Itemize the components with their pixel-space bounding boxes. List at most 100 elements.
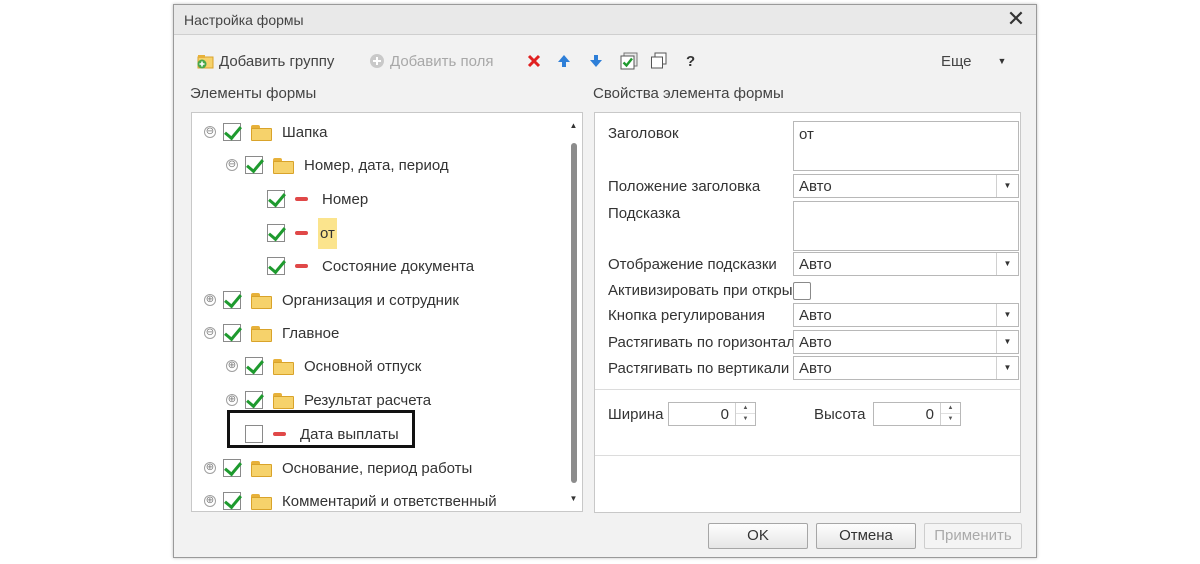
field-icon xyxy=(295,264,308,268)
stretch-horizontal-select[interactable]: Авто ▼ xyxy=(793,330,1019,354)
width-label: Ширина xyxy=(608,406,664,423)
folder-icon xyxy=(273,158,294,174)
visibility-checkbox[interactable] xyxy=(223,123,241,141)
move-up-button[interactable] xyxy=(556,49,572,73)
stretch-vertical-select[interactable]: Авто ▼ xyxy=(793,356,1019,380)
visibility-checkbox[interactable] xyxy=(245,391,263,409)
width-stepper[interactable]: 0 ▲ ▼ xyxy=(668,402,756,426)
more-button[interactable]: Еще ▼ xyxy=(941,49,1006,73)
spin-down-icon[interactable]: ▼ xyxy=(736,414,755,425)
delete-button[interactable] xyxy=(526,49,542,73)
tree-item-label: Комментарий и ответственный xyxy=(282,492,497,510)
chevron-down-icon[interactable]: ▼ xyxy=(996,175,1018,197)
hint-display-value: Авто xyxy=(799,256,832,273)
visibility-checkbox[interactable] xyxy=(245,357,263,375)
add-group-icon xyxy=(197,55,214,69)
form-elements-tree[interactable]: ⊖ Шапка ⊖ Номер, дата, период Номер от С… xyxy=(191,112,583,512)
chevron-down-icon[interactable]: ▼ xyxy=(996,304,1018,326)
close-icon[interactable]: ✕ xyxy=(1004,7,1028,31)
form-settings-window: Настройка формы ✕ Добавить группу Добави… xyxy=(173,4,1037,558)
collapse-icon[interactable]: ⊖ xyxy=(204,126,216,138)
title-field[interactable]: от xyxy=(793,121,1019,171)
visibility-checkbox[interactable] xyxy=(267,190,285,208)
tree-row[interactable]: Номер xyxy=(267,184,368,214)
folder-icon xyxy=(251,461,272,477)
scroll-down-icon[interactable]: ▼ xyxy=(565,490,582,507)
spin-up-icon[interactable]: ▲ xyxy=(941,403,960,414)
width-value: 0 xyxy=(720,406,729,423)
tree-row[interactable]: ⊖ Номер, дата, период xyxy=(226,150,449,180)
hint-display-label: Отображение подсказки xyxy=(608,256,777,273)
activate-checkbox[interactable] xyxy=(793,282,811,300)
visibility-checkbox[interactable] xyxy=(223,492,241,510)
help-icon: ? xyxy=(686,52,696,70)
add-fields-icon xyxy=(370,54,384,68)
tree-row[interactable]: ⊕ Основание, период работы xyxy=(204,453,472,483)
expand-icon[interactable]: ⊕ xyxy=(204,495,216,507)
field-icon xyxy=(295,197,308,201)
collapse-icon[interactable]: ⊖ xyxy=(226,159,238,171)
visibility-checkbox[interactable] xyxy=(245,156,263,174)
chevron-down-icon: ▼ xyxy=(997,56,1007,66)
adjust-button-select[interactable]: Авто ▼ xyxy=(793,303,1019,327)
scroll-up-icon[interactable]: ▲ xyxy=(565,117,582,134)
hint-field[interactable] xyxy=(793,201,1019,251)
expand-icon[interactable]: ⊕ xyxy=(226,394,238,406)
tree-row-selected[interactable]: от xyxy=(267,217,337,249)
collapse-icon[interactable]: ⊖ xyxy=(204,327,216,339)
tree-row[interactable]: ⊖ Главное xyxy=(204,318,339,348)
ok-button[interactable]: OK xyxy=(708,523,808,549)
element-properties-title: Свойства элемента формы xyxy=(593,85,784,102)
visibility-checkbox[interactable] xyxy=(223,324,241,342)
apply-button[interactable]: Применить xyxy=(924,523,1022,549)
folder-icon xyxy=(273,359,294,375)
title-label: Заголовок xyxy=(608,125,679,142)
title-position-select[interactable]: Авто ▼ xyxy=(793,174,1019,198)
visibility-checkbox[interactable] xyxy=(223,291,241,309)
arrow-up-icon xyxy=(558,55,570,67)
chevron-down-icon[interactable]: ▼ xyxy=(996,331,1018,353)
tree-row[interactable]: ⊕ Организация и сотрудник xyxy=(204,285,459,315)
tree-item-label: Основной отпуск xyxy=(304,357,422,375)
tree-row[interactable]: ⊖ Шапка xyxy=(204,117,327,147)
folder-icon xyxy=(251,125,272,141)
expand-icon[interactable]: ⊕ xyxy=(226,360,238,372)
form-elements-title: Элементы формы xyxy=(190,85,317,102)
spin-up-icon[interactable]: ▲ xyxy=(736,403,755,414)
tree-row[interactable]: ⊕ Комментарий и ответственный xyxy=(204,486,497,511)
expand-icon[interactable]: ⊕ xyxy=(204,462,216,474)
copy-button[interactable] xyxy=(650,49,668,73)
height-stepper[interactable]: 0 ▲ ▼ xyxy=(873,402,961,426)
tree-scrollbar[interactable]: ▲ ▼ xyxy=(565,113,582,511)
visibility-checkbox[interactable] xyxy=(267,257,285,275)
chevron-down-icon[interactable]: ▼ xyxy=(996,253,1018,275)
scroll-thumb[interactable] xyxy=(571,143,577,483)
visibility-checkbox[interactable] xyxy=(267,224,285,242)
add-group-button[interactable]: Добавить группу xyxy=(196,49,334,73)
tree-item-label: Организация и сотрудник xyxy=(282,291,459,309)
height-stepper-buttons[interactable]: ▲ ▼ xyxy=(940,403,960,425)
delete-icon xyxy=(527,54,541,68)
chevron-down-icon[interactable]: ▼ xyxy=(996,357,1018,379)
title-bar: Настройка формы ✕ xyxy=(174,5,1036,35)
spin-down-icon[interactable]: ▼ xyxy=(941,414,960,425)
divider xyxy=(595,455,1020,456)
tree-item-label: от xyxy=(318,217,337,249)
check-all-button[interactable] xyxy=(620,49,638,73)
tree-row[interactable]: ⊕ Основной отпуск xyxy=(226,351,421,381)
height-label: Высота xyxy=(814,406,866,423)
tree-item-label: Основание, период работы xyxy=(282,459,473,477)
add-group-label: Добавить группу xyxy=(219,52,335,70)
expand-icon[interactable]: ⊕ xyxy=(204,294,216,306)
visibility-checkbox[interactable] xyxy=(223,459,241,477)
hint-display-select[interactable]: Авто ▼ xyxy=(793,252,1019,276)
cancel-button[interactable]: Отмена xyxy=(816,523,916,549)
check-list-icon xyxy=(620,52,638,70)
width-stepper-buttons[interactable]: ▲ ▼ xyxy=(735,403,755,425)
add-fields-button[interactable]: Добавить поля xyxy=(368,49,493,73)
hint-label: Подсказка xyxy=(608,205,681,222)
move-down-button[interactable] xyxy=(588,49,604,73)
help-button[interactable]: ? xyxy=(686,49,695,73)
tree-row[interactable]: Состояние документа xyxy=(267,251,474,281)
field-icon xyxy=(295,231,308,235)
